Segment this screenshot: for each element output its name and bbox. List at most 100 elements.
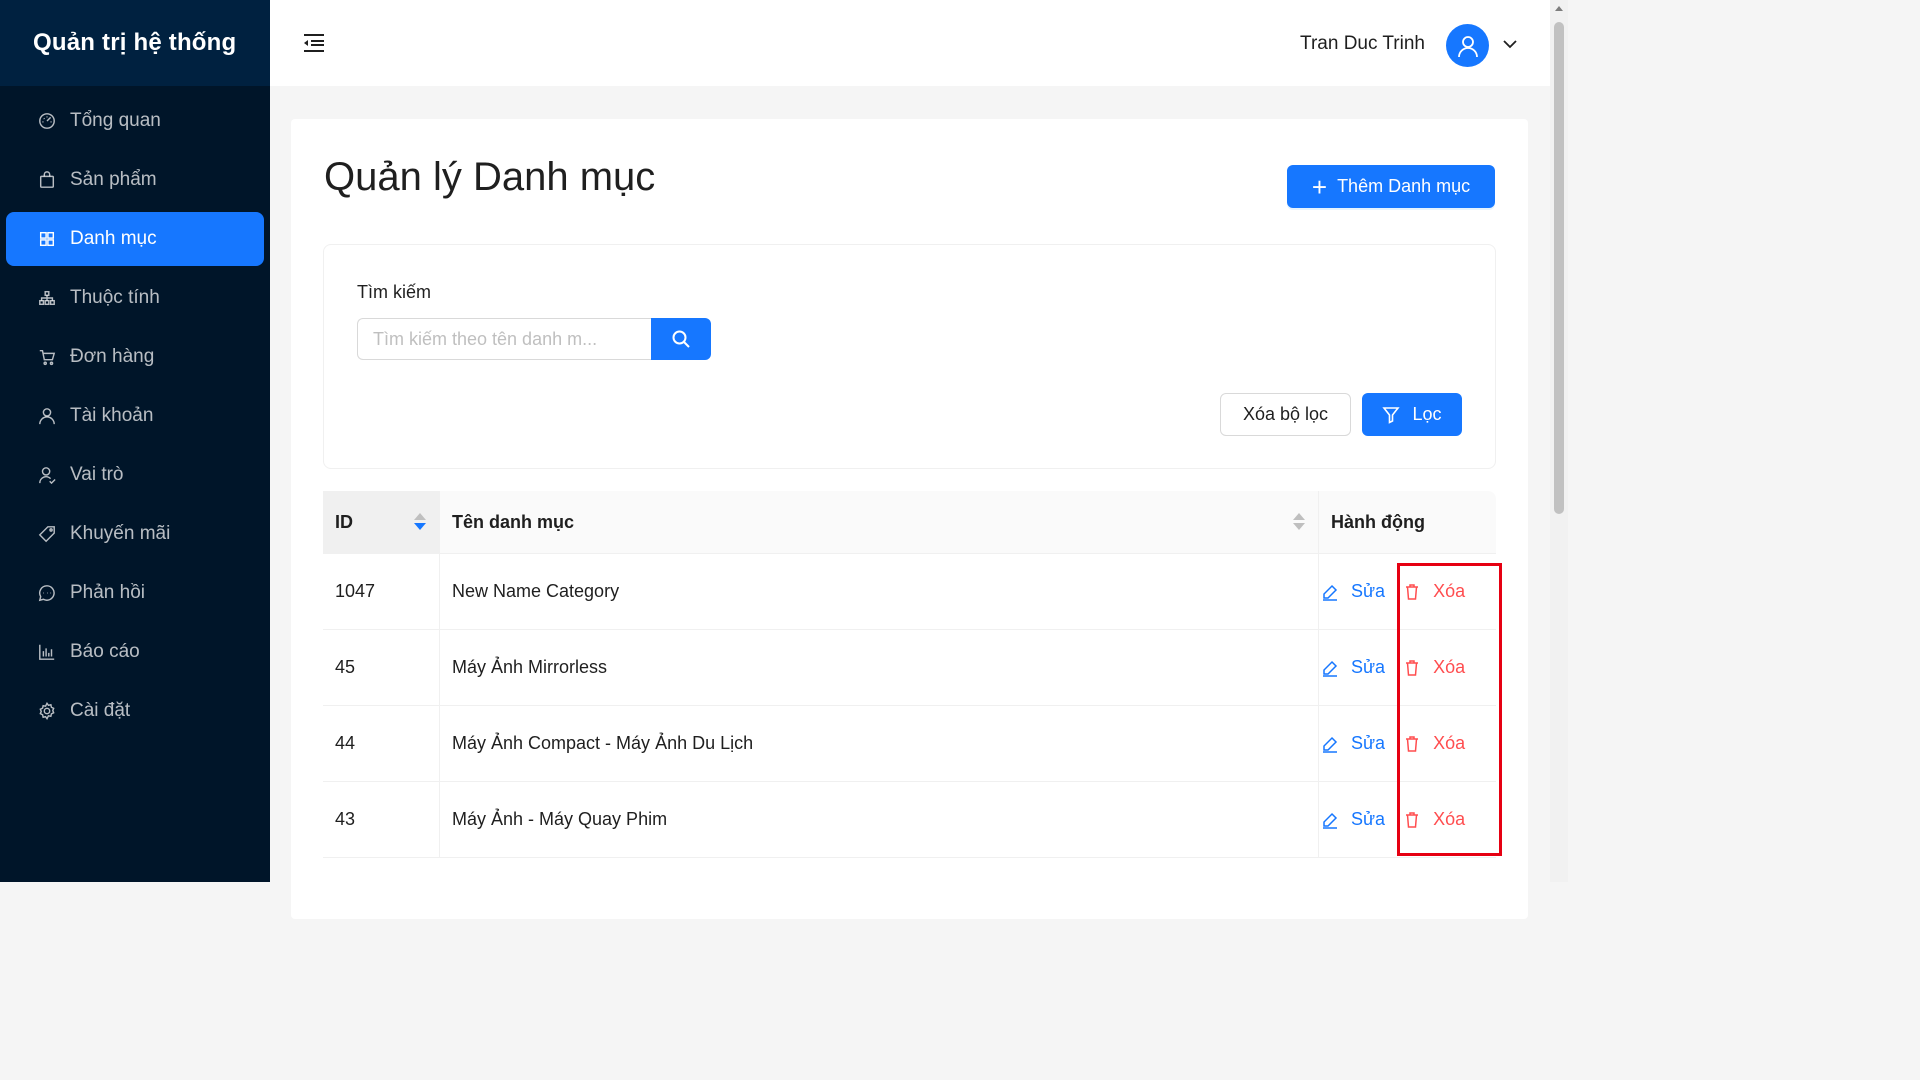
table-header: ID Tên danh mục Hành động <box>323 491 1496 554</box>
edit-icon <box>1323 736 1338 753</box>
column-header-name[interactable]: Tên danh mục <box>440 491 1319 553</box>
search-button[interactable] <box>651 318 711 360</box>
cell-id: 1047 <box>323 554 440 629</box>
sidebar-item-san-pham[interactable]: Sản phẩm <box>6 153 264 207</box>
sidebar-item-label: Tài khoản <box>70 405 154 426</box>
shopping-bag-icon <box>38 171 56 189</box>
brand-logo: Quản trị hệ thống <box>0 0 270 86</box>
user-icon <box>38 407 56 425</box>
edit-label: Sửa <box>1351 809 1386 829</box>
search-icon <box>672 330 690 348</box>
page-scrollbar[interactable] <box>1550 0 1568 882</box>
cell-id: 45 <box>323 630 440 705</box>
sidebar-item-label: Báo cáo <box>70 641 140 662</box>
cell-id: 43 <box>323 782 440 857</box>
plus-icon: + <box>1311 171 1328 202</box>
sidebar-item-label: Thuộc tính <box>70 287 160 308</box>
sidebar-item-vai-tro[interactable]: Vai trò <box>6 448 264 502</box>
sidebar-item-don-hang[interactable]: Đơn hàng <box>6 330 264 384</box>
edit-button[interactable]: Sửa <box>1321 809 1385 830</box>
edit-icon <box>1323 584 1338 601</box>
tag-icon <box>38 525 56 543</box>
table-row: 43 Máy Ảnh - Máy Quay Phim Sửa Xóa <box>323 782 1496 858</box>
sidebar-item-bao-cao[interactable]: Báo cáo <box>6 625 264 679</box>
edit-icon <box>1323 660 1338 677</box>
edit-label: Sửa <box>1351 657 1386 677</box>
column-header-actions-label: Hành động <box>1331 511 1425 532</box>
edit-button[interactable]: Sửa <box>1321 657 1385 678</box>
column-header-id[interactable]: ID <box>323 491 440 553</box>
sidebar-menu: Tổng quan Sản phẩm Danh mục Thuộc tính Đ… <box>0 86 270 738</box>
delete-icon <box>1406 583 1419 600</box>
cell-actions: Sửa Xóa <box>1319 630 1496 705</box>
setting-icon <box>38 702 56 720</box>
sidebar-item-label: Đơn hàng <box>70 346 155 367</box>
sidebar-item-label: Cài đặt <box>70 700 131 721</box>
cell-name: New Name Category <box>440 554 1319 629</box>
main-content: Quản lý Danh mục + Thêm Danh mục Tìm kiế… <box>291 119 1528 919</box>
cell-name: Máy Ảnh Compact - Máy Ảnh Du Lịch <box>440 706 1319 781</box>
sidebar-item-label: Phản hồi <box>70 582 146 603</box>
bar-chart-icon <box>38 643 56 661</box>
sidebar-item-phan-hoi[interactable]: Phản hồi <box>6 566 264 620</box>
team-icon <box>38 466 56 484</box>
sidebar-item-cai-dat[interactable]: Cài đặt <box>6 684 264 738</box>
sidebar-item-label: Danh mục <box>70 228 157 249</box>
edit-label: Sửa <box>1351 581 1386 601</box>
sidebar-item-tong-quan[interactable]: Tổng quan <box>6 94 264 148</box>
edit-button[interactable]: Sửa <box>1321 733 1385 754</box>
delete-label: Xóa <box>1433 809 1466 829</box>
cluster-icon <box>38 289 56 307</box>
menu-fold-icon[interactable] <box>302 32 326 54</box>
search-group <box>357 318 711 360</box>
filter-panel: Tìm kiếm Xóa bộ lọc Lọc <box>323 244 1496 469</box>
column-header-id-label: ID <box>335 511 353 532</box>
cell-id: 44 <box>323 706 440 781</box>
table-row: 1047 New Name Category Sửa Xóa <box>323 554 1496 630</box>
dashboard-icon <box>38 112 56 130</box>
cell-actions: Sửa Xóa <box>1319 782 1496 857</box>
delete-button[interactable]: Xóa <box>1403 733 1465 754</box>
appstore-icon <box>38 230 56 248</box>
add-category-button[interactable]: + Thêm Danh mục <box>1287 165 1495 208</box>
search-label: Tìm kiếm <box>357 282 431 302</box>
delete-button[interactable]: Xóa <box>1403 809 1465 830</box>
sidebar-item-khuyen-mai[interactable]: Khuyến mãi <box>6 507 264 561</box>
avatar[interactable] <box>1446 24 1489 67</box>
table-row: 44 Máy Ảnh Compact - Máy Ảnh Du Lịch Sửa… <box>323 706 1496 782</box>
sidebar-item-danh-muc[interactable]: Danh mục <box>6 212 264 266</box>
user-name[interactable]: Tran Duc Trinh <box>1300 33 1425 55</box>
delete-icon <box>1406 659 1419 676</box>
column-header-actions: Hành động <box>1319 491 1496 553</box>
delete-icon <box>1406 811 1419 828</box>
edit-label: Sửa <box>1351 733 1386 753</box>
clear-filter-button[interactable]: Xóa bộ lọc <box>1220 393 1351 436</box>
filter-label: Lọc <box>1412 404 1442 424</box>
brand-title: Quản trị hệ thống <box>33 29 237 56</box>
sidebar-item-label: Vai trò <box>70 464 124 485</box>
delete-button[interactable]: Xóa <box>1403 657 1465 678</box>
cell-name: Máy Ảnh - Máy Quay Phim <box>440 782 1319 857</box>
sidebar-item-thuoc-tinh[interactable]: Thuộc tính <box>6 271 264 325</box>
shopping-cart-icon <box>38 348 56 366</box>
sidebar-item-label: Tổng quan <box>70 110 161 131</box>
sidebar-item-label: Sản phẩm <box>70 169 157 190</box>
sidebar-item-tai-khoan[interactable]: Tài khoản <box>6 389 264 443</box>
delete-button[interactable]: Xóa <box>1403 581 1465 602</box>
page-title: Quản lý Danh mục <box>324 155 656 199</box>
sort-icon[interactable] <box>414 513 426 533</box>
cell-name: Máy Ảnh Mirrorless <box>440 630 1319 705</box>
comment-icon <box>38 584 56 602</box>
delete-label: Xóa <box>1433 733 1466 753</box>
filter-button[interactable]: Lọc <box>1362 393 1462 436</box>
edit-button[interactable]: Sửa <box>1321 581 1385 602</box>
chevron-down-icon[interactable] <box>1502 37 1518 51</box>
add-category-label: Thêm Danh mục <box>1337 176 1471 196</box>
scroll-up-arrow-icon[interactable] <box>1555 6 1563 11</box>
sort-icon[interactable] <box>1293 513 1305 533</box>
scroll-thumb[interactable] <box>1554 22 1564 514</box>
sidebar-item-label: Khuyến mãi <box>70 523 171 544</box>
cell-actions: Sửa Xóa <box>1319 706 1496 781</box>
search-input[interactable] <box>357 318 651 360</box>
edit-icon <box>1323 812 1338 829</box>
